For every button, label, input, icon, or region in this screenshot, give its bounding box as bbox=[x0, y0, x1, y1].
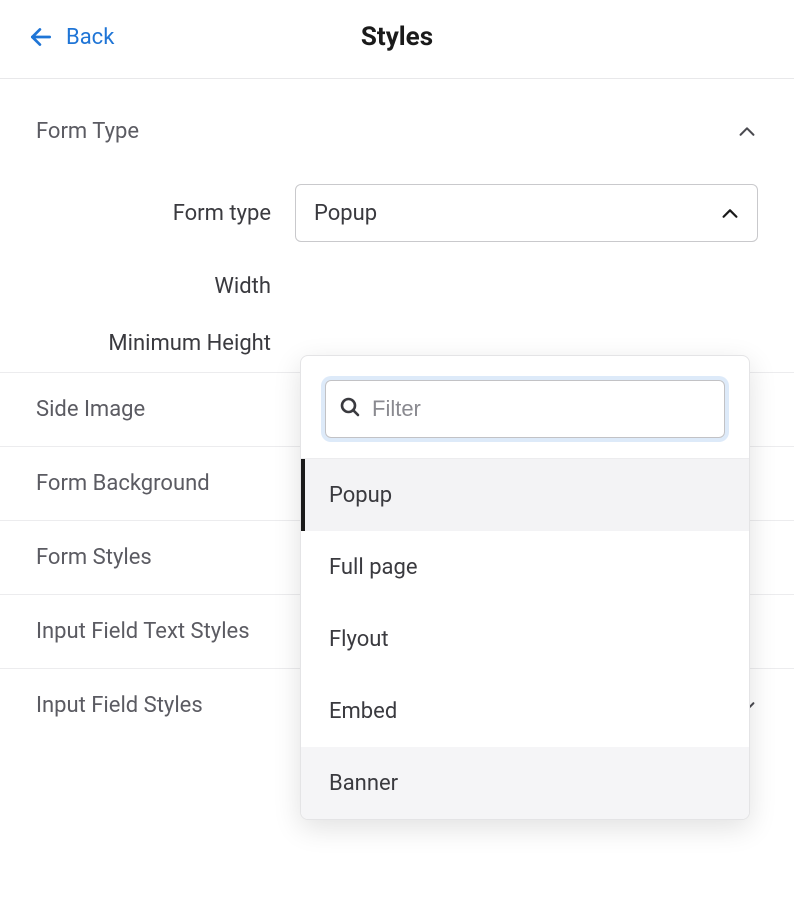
section-title: Input Field Styles bbox=[36, 693, 203, 718]
row-form-type: Form type Popup bbox=[0, 168, 794, 258]
dropdown-form-type: PopupFull pageFlyoutEmbedBanner bbox=[300, 355, 750, 820]
dropdown-search-wrap bbox=[301, 356, 749, 458]
page-header: Back Styles bbox=[0, 0, 794, 79]
select-form-type[interactable]: Popup bbox=[295, 184, 758, 242]
dropdown-option[interactable]: Embed bbox=[301, 675, 749, 747]
search-icon bbox=[338, 395, 362, 423]
chevron-up-icon bbox=[736, 121, 758, 143]
section-title: Form Styles bbox=[36, 545, 152, 570]
page-title: Styles bbox=[361, 22, 433, 52]
section-form-type[interactable]: Form Type bbox=[0, 79, 794, 168]
filter-input[interactable] bbox=[372, 396, 712, 422]
row-width: Width bbox=[0, 258, 794, 315]
arrow-left-icon bbox=[28, 24, 54, 50]
section-title: Form Type bbox=[36, 119, 139, 144]
label-form-type: Form type bbox=[36, 201, 271, 226]
label-min-height: Minimum Height bbox=[36, 331, 271, 356]
chevron-up-icon bbox=[719, 203, 739, 223]
section-title: Input Field Text Styles bbox=[36, 619, 250, 644]
dropdown-option[interactable]: Banner bbox=[301, 747, 749, 819]
section-title: Form Background bbox=[36, 471, 210, 496]
select-value: Popup bbox=[314, 201, 377, 226]
dropdown-option[interactable]: Full page bbox=[301, 531, 749, 603]
content: Form Type Form type Popup Width Minimum … bbox=[0, 79, 794, 742]
section-title: Side Image bbox=[36, 397, 145, 422]
dropdown-options-list: PopupFull pageFlyoutEmbedBanner bbox=[301, 458, 749, 819]
dropdown-search bbox=[325, 380, 725, 438]
dropdown-option[interactable]: Popup bbox=[301, 459, 749, 531]
back-label: Back bbox=[66, 25, 114, 50]
back-button[interactable]: Back bbox=[28, 24, 114, 50]
dropdown-option[interactable]: Flyout bbox=[301, 603, 749, 675]
label-width: Width bbox=[36, 274, 271, 299]
